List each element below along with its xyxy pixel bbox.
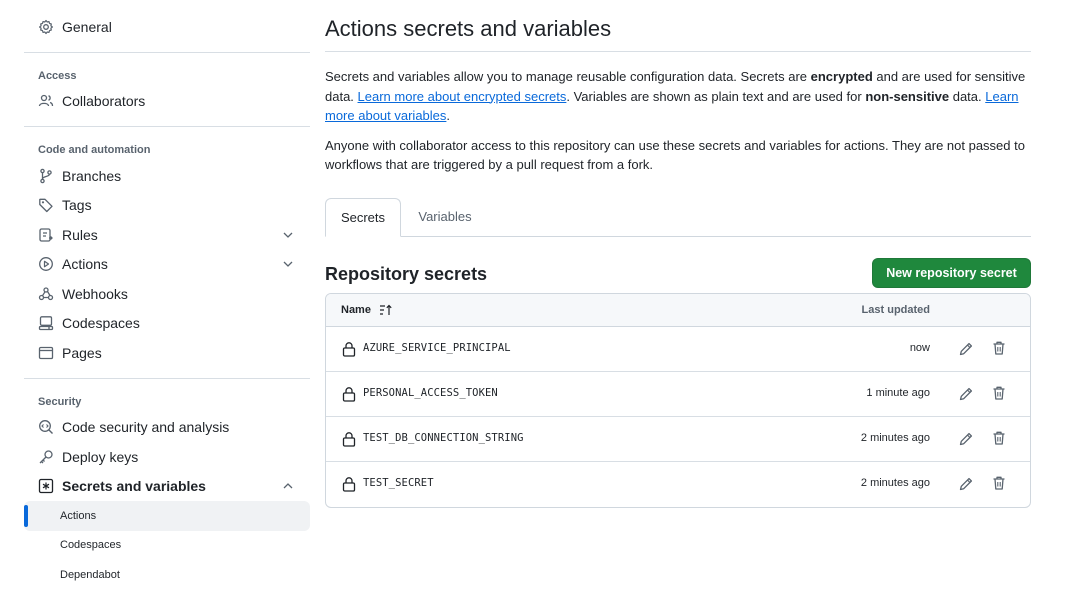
secret-name: TEST_SECRET xyxy=(363,476,434,489)
sidebar-item-label: Codespaces xyxy=(62,315,140,332)
table-row: AZURE_SERVICE_PRINCIPAL now xyxy=(326,327,1030,372)
sidebar-item-collaborators[interactable]: Collaborators xyxy=(24,87,310,117)
description-text: Secrets and variables allow you to manag… xyxy=(325,69,811,84)
secret-last-updated: now xyxy=(909,341,930,354)
table-row: TEST_SECRET 2 minutes ago xyxy=(326,462,1030,507)
pencil-icon[interactable] xyxy=(958,431,974,447)
sidebar-item-deploy-keys[interactable]: Deploy keys xyxy=(24,442,310,472)
pencil-icon[interactable] xyxy=(958,476,974,492)
description-text: . xyxy=(446,108,451,123)
secret-last-updated: 2 minutes ago xyxy=(860,431,930,444)
divider xyxy=(24,377,310,379)
trash-icon[interactable] xyxy=(991,430,1007,446)
table-row: TEST_DB_CONNECTION_STRING 2 minutes ago xyxy=(326,417,1030,462)
sidebar-subitem-actions[interactable]: Actions xyxy=(24,501,310,531)
secret-last-updated: 2 minutes ago xyxy=(860,476,930,489)
tag-icon xyxy=(38,197,54,213)
lock-icon xyxy=(342,431,356,447)
key-icon xyxy=(38,449,54,465)
sidebar-item-label: Deploy keys xyxy=(62,448,139,465)
table-header: Name Last updated xyxy=(326,293,1030,327)
description-text: . Variables are shown as plain text and … xyxy=(566,88,866,104)
tab-secrets[interactable]: Secrets xyxy=(325,197,401,237)
name-column-header[interactable]: Name xyxy=(341,304,393,316)
tab-variables[interactable]: Variables xyxy=(401,198,489,236)
secret-name: AZURE_SERVICE_PRINCIPAL xyxy=(363,341,511,354)
sidebar-item-code-security[interactable]: Code security and analysis xyxy=(24,413,310,443)
play-icon xyxy=(38,256,54,272)
section-header: Repository secrets New repository secret xyxy=(325,257,1031,296)
sidebar-item-label: Code security and analysis xyxy=(62,419,230,436)
table-row: PERSONAL_ACCESS_TOKEN 1 minute ago xyxy=(326,372,1030,417)
people-icon xyxy=(38,93,54,109)
codespaces-icon xyxy=(38,315,54,331)
description-bold: encrypted xyxy=(810,69,873,84)
browser-icon xyxy=(38,345,54,361)
trash-icon[interactable] xyxy=(991,385,1007,401)
sidebar-item-label: Collaborators xyxy=(62,93,146,110)
main-content: Actions secrets and variables Secrets an… xyxy=(325,0,1031,508)
sidebar-subitem-dependabot[interactable]: Dependabot xyxy=(24,560,310,590)
column-label: Name xyxy=(341,303,371,316)
sidebar-item-actions[interactable]: Actions xyxy=(24,250,310,280)
description-text: data. xyxy=(949,88,986,104)
tab-bar: Secrets Variables xyxy=(325,197,1031,237)
description-bold: non-sensitive xyxy=(865,88,950,104)
access-note: Anyone with collaborator access to this … xyxy=(325,137,1025,173)
page-title: Actions secrets and variables xyxy=(325,0,1031,52)
sidebar-item-label: Tags xyxy=(62,197,92,214)
sidebar-item-label: Rules xyxy=(62,226,98,243)
chevron-up-icon[interactable] xyxy=(282,480,294,492)
sidebar-item-label: Actions xyxy=(62,256,108,273)
sidebar-item-branches[interactable]: Branches xyxy=(24,161,310,191)
table-body: AZURE_SERVICE_PRINCIPAL now PERSONAL_ACC… xyxy=(326,327,1030,507)
last-updated-column-header: Last updated xyxy=(861,303,930,316)
sidebar-item-rules[interactable]: Rules xyxy=(24,220,310,250)
pencil-icon[interactable] xyxy=(958,341,974,357)
sidebar-heading-access: Access xyxy=(38,69,77,82)
sidebar-item-secrets-variables[interactable]: Secrets and variables xyxy=(24,472,310,502)
codescan-icon xyxy=(38,419,54,435)
sidebar-item-label: General xyxy=(62,18,112,35)
secret-last-updated: 1 minute ago xyxy=(866,386,930,399)
divider xyxy=(24,126,310,127)
divider xyxy=(24,51,310,53)
trash-icon[interactable] xyxy=(991,475,1007,491)
trash-icon[interactable] xyxy=(991,340,1007,356)
sidebar-item-label: Branches xyxy=(62,167,122,184)
new-repository-secret-button[interactable]: New repository secret xyxy=(872,257,1031,288)
webhook-icon xyxy=(38,286,54,302)
sidebar-heading-code: Code and automation xyxy=(38,144,151,156)
pencil-icon[interactable] xyxy=(958,386,974,402)
lock-icon xyxy=(342,341,356,357)
sidebar-item-pages[interactable]: Pages xyxy=(24,338,310,368)
sidebar-item-codespaces[interactable]: Codespaces xyxy=(24,309,310,339)
lock-icon xyxy=(342,476,356,492)
sidebar-item-label: Secrets and variables xyxy=(62,478,206,495)
sidebar-item-general[interactable]: General xyxy=(24,12,310,42)
description-paragraph: Secrets and variables allow you to manag… xyxy=(325,67,1031,126)
gear-icon xyxy=(38,19,54,35)
branch-icon xyxy=(38,168,54,184)
chevron-down-icon[interactable] xyxy=(282,229,294,241)
learn-more-secrets-link[interactable]: Learn more about encrypted secrets xyxy=(358,89,567,104)
sort-ascending-icon[interactable] xyxy=(379,304,393,316)
sidebar-item-label: Webhooks xyxy=(62,285,128,302)
lock-icon xyxy=(342,386,356,402)
asterisk-icon xyxy=(38,478,54,494)
settings-sidebar: General Access Collaborators Code and au… xyxy=(24,0,310,590)
sidebar-item-label: Pages xyxy=(62,344,102,361)
sidebar-item-tags[interactable]: Tags xyxy=(24,191,310,221)
chevron-down-icon[interactable] xyxy=(282,258,294,270)
rules-icon xyxy=(38,227,54,243)
sidebar-heading-security: Security xyxy=(38,395,82,408)
sidebar-item-webhooks[interactable]: Webhooks xyxy=(24,279,310,309)
sidebar-subitem-codespaces[interactable]: Codespaces xyxy=(24,531,310,561)
secrets-table: Name Last updated AZURE_SERVICE_PRINCIPA… xyxy=(325,292,1031,508)
secret-name: PERSONAL_ACCESS_TOKEN xyxy=(363,386,498,399)
secret-name: TEST_DB_CONNECTION_STRING xyxy=(363,431,524,444)
section-title: Repository secrets xyxy=(325,263,488,284)
